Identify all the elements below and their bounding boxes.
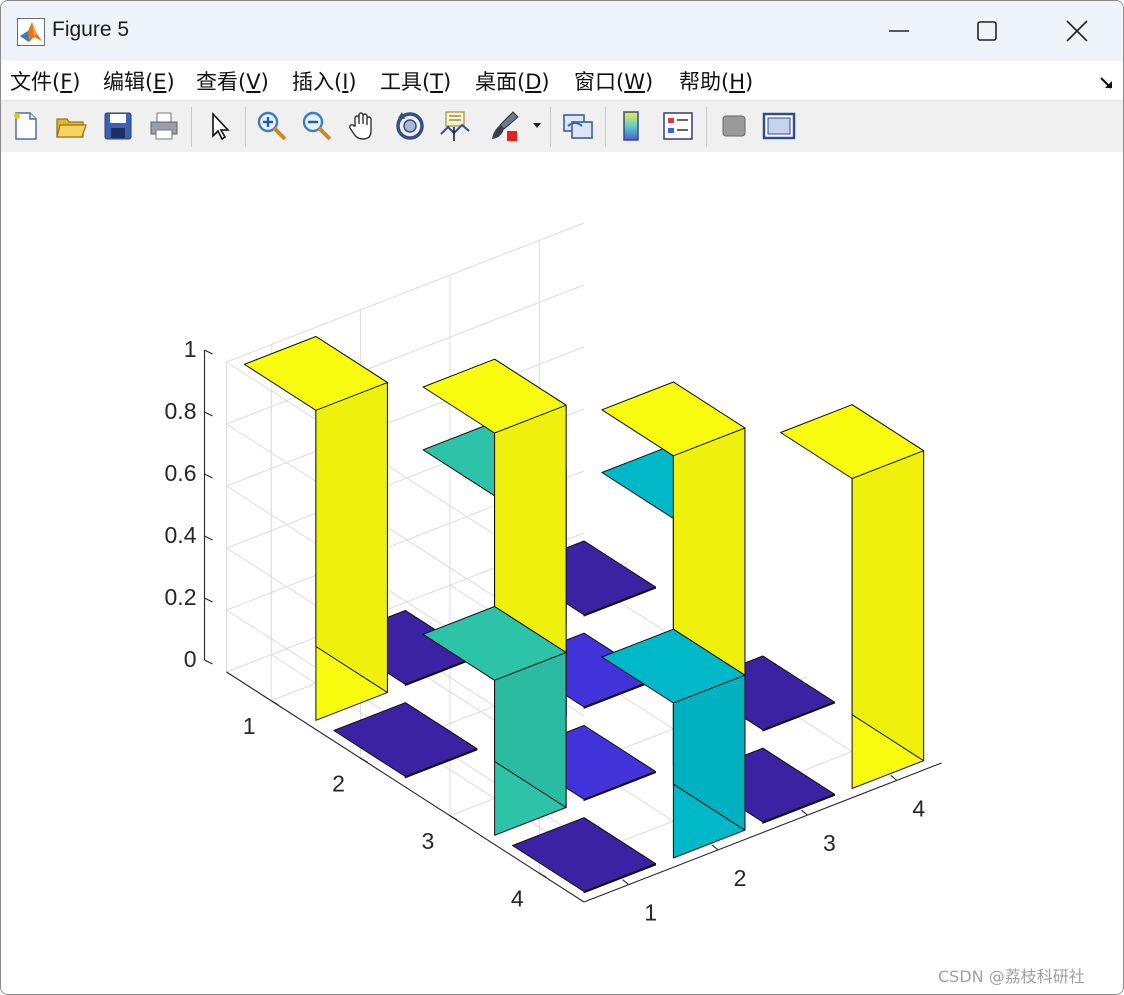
z-tick-mark [204,473,213,479]
menu-view[interactable]: 查看(V) [196,66,269,96]
watermark: CSDN @荔枝科研社 [938,967,1085,986]
menu-bar: 文件(F) 编辑(E) 查看(V) 插入(I) 工具(T) 桌面(D) 窗口(W… [1,61,1123,100]
hide-plot-tools-icon [722,115,746,137]
z-tick-mark [204,535,213,541]
show-plot-tools-button[interactable] [762,109,796,143]
minimize-button[interactable] [855,1,943,61]
menu-desktop[interactable]: 桌面(D) [475,66,550,96]
dock-arrow-icon[interactable] [1097,73,1117,93]
column-tick-mark [622,879,630,886]
legend-icon [663,112,693,140]
link-plot-button[interactable] [561,109,595,143]
save-button[interactable] [101,109,135,143]
close-button[interactable] [1033,1,1121,61]
column-tick-label: 2 [734,865,747,891]
row-tick-mark [539,872,547,878]
open-file-icon [56,118,87,138]
toolbar-separator [245,107,246,147]
column-tick-mark [711,844,719,851]
matlab-logo-icon [17,18,45,46]
bar3-chart[interactable]: 0 0.2 0.4 0.6 0.8 1 1 2 3 4 1 2 3 4 [1,152,1123,994]
toolbar-separator [605,107,606,147]
zoom-in-button[interactable] [255,109,289,143]
z-tick-mark [204,349,213,355]
menu-tools[interactable]: 工具(T) [380,66,451,96]
select-pointer-icon [212,111,230,141]
column-tick-mark [890,774,898,781]
save-icon [104,112,132,140]
z-tick-label: 0 [184,646,197,672]
row-tick-label: 3 [422,828,435,854]
zoom-out-button[interactable] [300,109,334,143]
zoom-out-icon [302,111,332,141]
data-cursor-button[interactable] [438,109,472,143]
brush-icon [492,111,519,141]
brush-button[interactable] [487,109,521,143]
column-tick-mark [801,809,808,816]
new-figure-button[interactable] [9,109,43,143]
row-tick-mark [360,757,368,763]
row-tick-mark [449,815,458,821]
dropdown-arrow-icon [533,123,541,128]
bar [512,817,656,894]
pan-button[interactable] [346,109,380,143]
link-plot-icon [563,114,593,139]
z-tick-label: 0.8 [165,398,197,424]
maximize-button[interactable] [943,1,1031,61]
bar [422,606,567,836]
minimize-icon [889,30,909,32]
bar [333,702,478,779]
row-tick-label: 1 [243,713,256,739]
menu-window[interactable]: 窗口(W) [574,66,653,96]
z-tick-label: 1 [184,336,197,362]
bar [243,336,388,721]
bar [601,628,746,859]
rotate-3d-icon [396,112,424,140]
row-tick-mark [270,700,279,706]
new-figure-icon [14,112,37,140]
title-bar[interactable]: Figure 5 [1,1,1123,61]
show-plot-tools-icon [762,112,796,140]
z-tick-label: 0.2 [165,584,197,610]
bar-top-face [333,702,478,777]
toolbar-separator [706,107,707,147]
bar-top-face [512,817,656,892]
print-button[interactable] [147,109,181,143]
figure-window: Figure 5 文件(F) 编辑(E) 查看(V) 插入(I) 工具(T) 桌… [0,0,1124,995]
maximize-icon [977,21,997,41]
figure-toolbar [1,100,1123,153]
toolbar-separator [191,107,192,147]
column-tick-label: 3 [823,830,836,856]
hide-plot-tools-button[interactable] [717,109,751,143]
colorbar-icon [623,111,639,141]
data-cursor-icon [440,111,470,141]
bar [780,404,925,789]
column-tick-label: 1 [644,900,657,926]
rotate-3d-button[interactable] [393,109,427,143]
zoom-in-icon [257,111,287,141]
column-tick-label: 4 [912,795,925,821]
select-pointer-button[interactable] [203,109,237,143]
row-tick-label: 4 [511,885,524,911]
menu-insert[interactable]: 插入(I) [292,66,357,96]
brush-dropdown-button[interactable] [529,109,545,143]
z-tick-label: 0.4 [165,522,197,548]
z-tick-mark [204,411,213,417]
open-file-button[interactable] [54,109,88,143]
z-tick-mark [204,597,213,603]
toolbar-separator [550,107,551,147]
menu-help[interactable]: 帮助(H) [679,66,753,96]
menu-edit[interactable]: 编辑(E) [103,66,175,96]
plot-area: 0 0.2 0.4 0.6 0.8 1 1 2 3 4 1 2 3 4 [1,152,1123,994]
row-tick-label: 2 [332,770,345,796]
z-tick-mark [204,659,213,665]
window-title: Figure 5 [52,18,130,41]
z-tick-label: 0.6 [165,460,197,486]
pan-hand-icon [349,112,372,140]
colorbar-button[interactable] [615,109,649,143]
close-icon [1066,20,1088,42]
print-icon [150,112,178,140]
menu-file[interactable]: 文件(F) [10,66,81,96]
legend-button[interactable] [661,109,695,143]
